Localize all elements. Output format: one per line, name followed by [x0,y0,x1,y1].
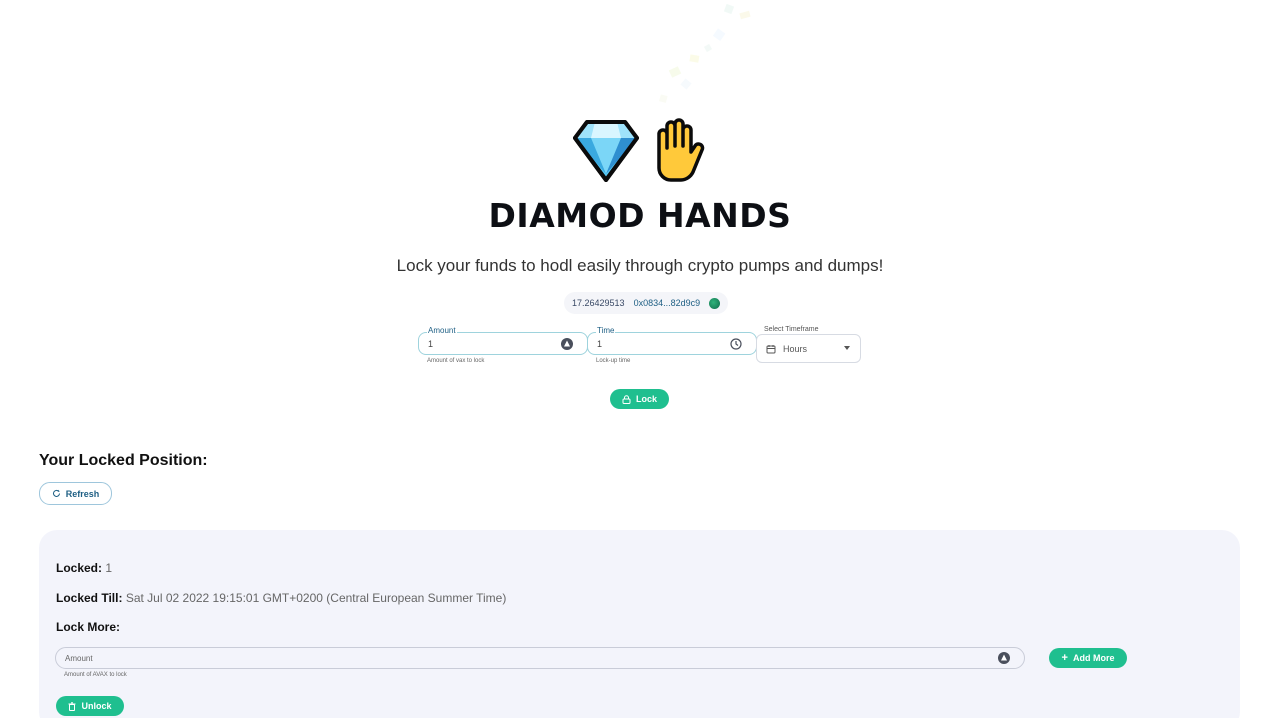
refresh-button[interactable]: Refresh [39,482,112,505]
avax-icon [561,338,573,350]
refresh-icon [52,489,60,497]
confetti-decoration [659,3,751,103]
amount-input[interactable]: Amount 1 [418,326,588,355]
lock-button[interactable]: Lock [610,389,669,409]
raised-hand-icon [657,118,705,182]
timeframe-field: Select Timeframe Hours [756,326,861,363]
time-label: Time [596,326,616,336]
lock-more-amount-helper: Amount of AVAX to lock [64,672,127,678]
timeframe-select[interactable]: Hours [756,334,861,363]
trash-icon [68,701,76,711]
page-subtitle: Lock your funds to hodl easily through c… [396,256,884,275]
avax-icon [998,652,1010,664]
time-field: Time 1 Lock-up time [587,326,757,364]
locked-position-card: Locked: 1 Locked Till: Sat Jul 02 2022 1… [39,530,1240,718]
locked-till-label: Locked Till: [56,591,123,605]
locked-till-row: Locked Till: Sat Jul 02 2022 19:15:01 GM… [56,591,506,605]
time-value: 1 [597,339,603,349]
calendar-icon [766,344,776,353]
locked-label: Locked: [56,561,103,575]
wallet-avatar-icon [709,297,721,309]
amount-helper: Amount of vax to lock [427,358,485,364]
unlock-button-label: Unlock [81,701,112,711]
locked-row: Locked: 1 [56,561,112,575]
time-input[interactable]: Time 1 [587,326,757,355]
unlock-button[interactable]: Unlock [56,696,124,716]
add-more-button[interactable]: + Add More [1049,648,1127,668]
amount-value: 1 [428,339,434,349]
lock-more-amount-placeholder: Amount [65,654,93,663]
add-more-button-label: Add More [1072,653,1115,663]
lock-icon [622,394,631,404]
lock-more-label: Lock More: [56,620,121,634]
amount-label: Amount [427,326,457,336]
locked-till-value: Sat Jul 02 2022 19:15:01 GMT+0200 (Centr… [125,591,507,605]
amount-field: Amount 1 Amount of vax to lock [418,326,588,364]
refresh-button-label: Refresh [65,488,100,499]
time-helper: Lock-up time [596,358,631,364]
lock-button-label: Lock [635,394,657,404]
wallet-badge[interactable]: 17.26429513 0x0834...82d9c9 [564,292,729,314]
locked-value: 1 [105,561,113,575]
hero: DIAMOD HANDS [0,118,1280,235]
page-title: DIAMOD HANDS [488,196,792,235]
locked-position-title: Your Locked Position: [39,452,208,469]
lock-more-row: Lock More: [56,620,120,634]
gem-icon [573,120,639,182]
logo-emojis [0,118,1280,190]
timeframe-label: Select Timeframe [764,326,819,333]
wallet-address: 0x0834...82d9c9 [633,298,701,308]
lock-more-amount-input[interactable]: Amount [55,647,1025,669]
lock-more-amount-field: Amount Amount of AVAX to lock [55,647,1025,678]
clock-icon [730,338,742,350]
timeframe-selected: Hours [783,343,808,354]
plus-icon: + [1061,651,1068,664]
chevron-down-icon [844,346,850,350]
wallet-balance: 17.26429513 [572,298,625,308]
